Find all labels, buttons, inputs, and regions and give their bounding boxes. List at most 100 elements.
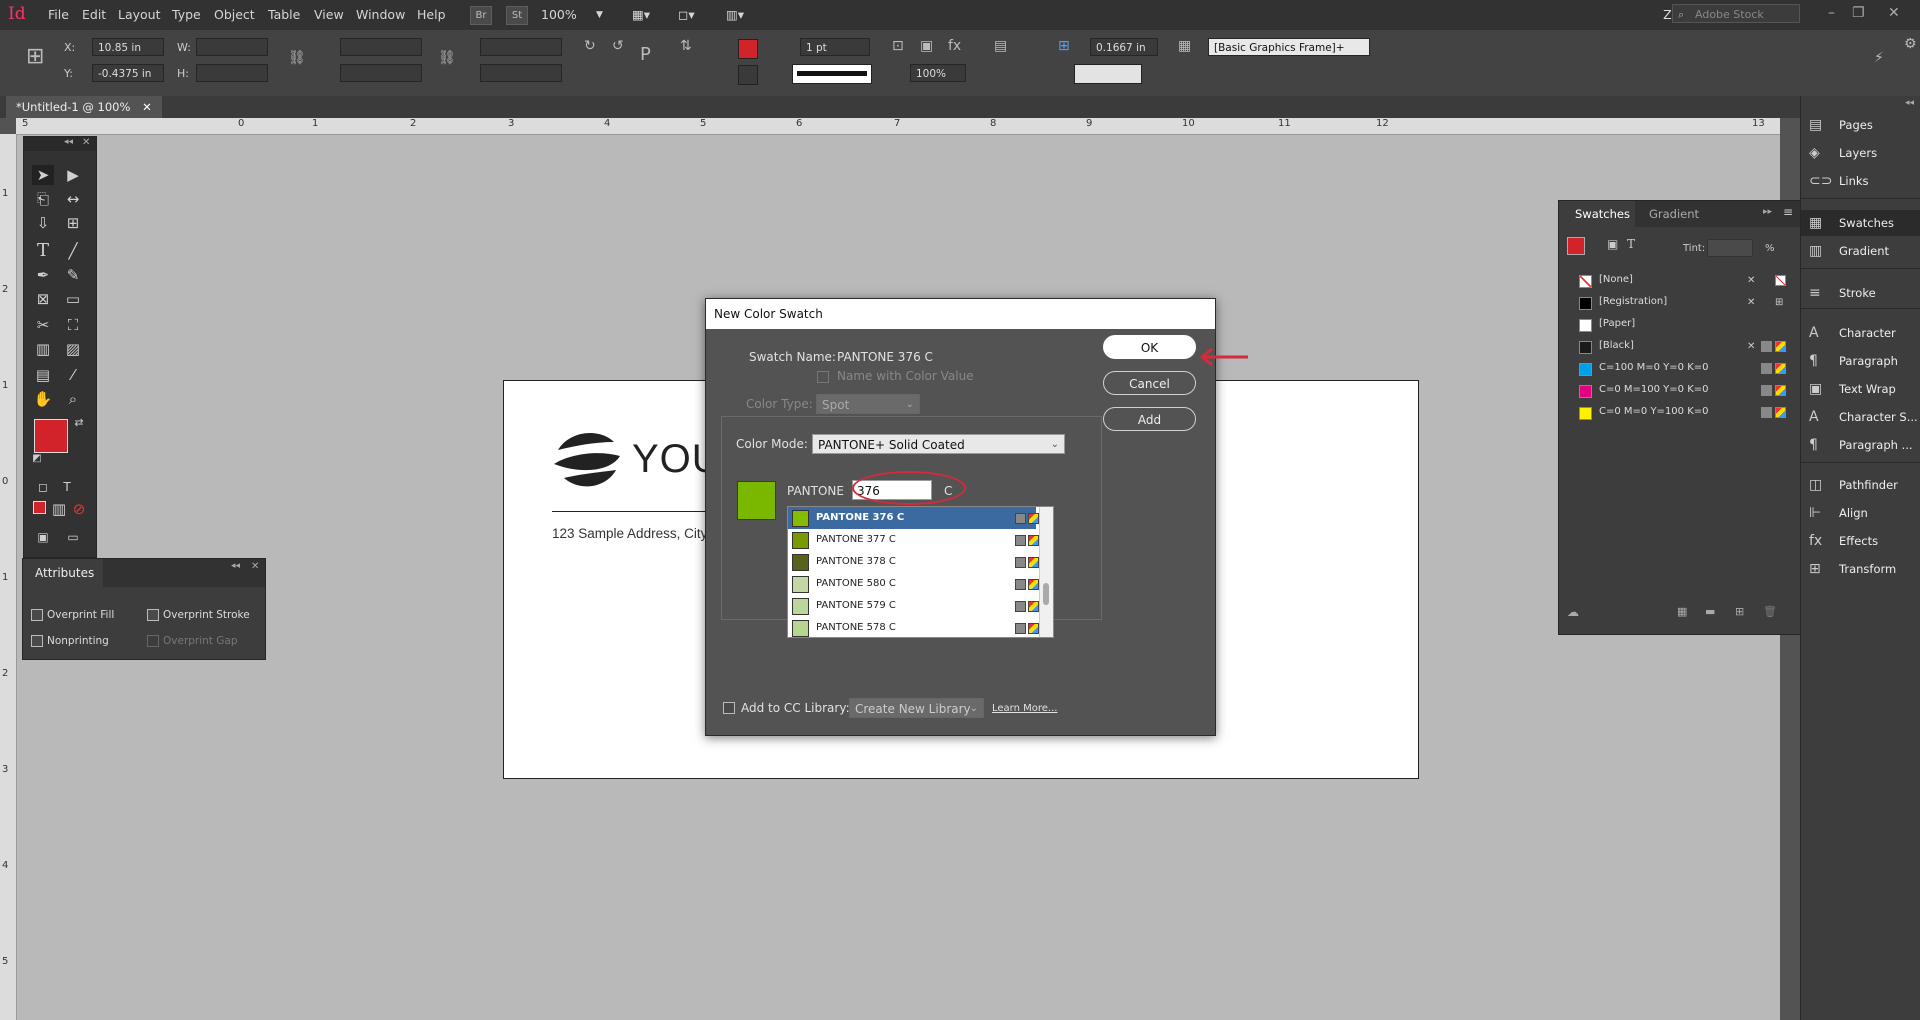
- zoom-tool-icon[interactable]: ⌕: [62, 389, 84, 409]
- tab-swatches[interactable]: Swatches: [1559, 201, 1635, 227]
- list-item[interactable]: PANTONE 378 C: [788, 551, 1039, 573]
- dock-item-effects[interactable]: fx Effects: [1801, 528, 1920, 554]
- formatting-text-icon[interactable]: T: [56, 477, 78, 497]
- ok-button[interactable]: OK: [1103, 335, 1196, 359]
- stock-button[interactable]: St: [506, 6, 528, 25]
- formatting-text-icon[interactable]: T: [1627, 237, 1635, 251]
- opacity-field[interactable]: 100%: [910, 64, 966, 82]
- dock-item-layers[interactable]: ◈ Layers: [1801, 140, 1920, 166]
- pantone-swatch-list[interactable]: PANTONE 376 C PANTONE 377 C PANTONE 378 …: [787, 506, 1054, 638]
- new-swatch-icon[interactable]: ⊞: [1735, 605, 1744, 618]
- close-icon[interactable]: ✕: [142, 100, 152, 114]
- reference-point-icon[interactable]: ⊞: [26, 44, 44, 69]
- content-collector-icon[interactable]: ⇩: [32, 213, 54, 233]
- x-field[interactable]: 10.85 in: [92, 38, 164, 56]
- list-scrollbar[interactable]: [1039, 507, 1053, 637]
- menu-table[interactable]: Table: [268, 7, 300, 22]
- address-text[interactable]: 123 Sample Address, City: [552, 526, 707, 541]
- direct-selection-tool-icon[interactable]: ▶: [62, 165, 84, 185]
- list-item[interactable]: PANTONE 377 C: [788, 529, 1039, 551]
- screen-mode-icon[interactable]: ◻▾: [678, 7, 695, 22]
- overprint-fill-checkbox[interactable]: [31, 609, 43, 621]
- tab-untitled-1[interactable]: *Untitled-1 @ 100% ✕: [6, 96, 162, 118]
- stroke-offset-field[interactable]: 0.1667 in: [1090, 38, 1158, 56]
- hand-tool-icon[interactable]: ✋: [32, 389, 54, 409]
- list-item[interactable]: PANTONE 578 C: [788, 617, 1039, 637]
- w-field[interactable]: [196, 38, 268, 56]
- h-field[interactable]: [196, 64, 268, 82]
- tools-panel-header[interactable]: ◂◂ ✕: [24, 137, 96, 151]
- panel-menu-icon[interactable]: ≡: [1783, 205, 1793, 219]
- fit-frame-icon[interactable]: ▣: [920, 38, 933, 54]
- scrollbar-thumb[interactable]: [1043, 583, 1049, 605]
- stroke-swatch[interactable]: [738, 65, 758, 85]
- apply-color-icon[interactable]: [28, 499, 50, 519]
- list-item[interactable]: PANTONE 579 C: [788, 595, 1039, 617]
- close-icon[interactable]: ✕: [1888, 5, 1900, 21]
- lightning-icon[interactable]: ⚡: [1874, 50, 1884, 66]
- collapse-icon[interactable]: ◂◂: [64, 137, 73, 147]
- page-tool-icon[interactable]: ⎗: [32, 189, 54, 209]
- swatch-row-paper[interactable]: [Paper]: [1559, 313, 1783, 335]
- rectangle-frame-tool-icon[interactable]: ⊠: [32, 289, 54, 309]
- rotation-field[interactable]: [480, 38, 562, 56]
- rectangle-tool-icon[interactable]: ▭: [62, 289, 84, 309]
- gap-tool-icon[interactable]: ↔: [62, 189, 84, 209]
- swatch-row-registration[interactable]: [Registration] ✕ ⊞: [1559, 291, 1783, 313]
- show-swatches-icon[interactable]: ▦: [1677, 605, 1687, 618]
- fill-swatch[interactable]: [738, 39, 758, 59]
- dock-item-links[interactable]: ⊂⊃ Links: [1801, 168, 1920, 194]
- apply-gradient-icon[interactable]: ▥: [48, 499, 70, 519]
- arrange-documents-icon[interactable]: ▥▾: [726, 7, 744, 22]
- swatch-row-cyan[interactable]: C=100 M=0 Y=0 K=0: [1559, 357, 1786, 379]
- collapse-icon[interactable]: ◂◂: [1905, 98, 1914, 108]
- dock-item-character-styles[interactable]: A Character S...: [1801, 404, 1920, 430]
- dock-item-pages[interactable]: ▤ Pages: [1801, 112, 1920, 138]
- fill-color-swatch[interactable]: [34, 419, 68, 453]
- formatting-container-icon[interactable]: ▣: [1607, 237, 1618, 251]
- free-transform-tool-icon[interactable]: ⛶: [62, 315, 84, 335]
- dock-item-gradient[interactable]: ▥ Gradient: [1801, 238, 1920, 264]
- menu-window[interactable]: Window: [356, 7, 405, 22]
- dock-item-character[interactable]: A Character: [1801, 320, 1920, 346]
- logo-mark-icon[interactable]: [550, 428, 622, 500]
- adobe-stock-search[interactable]: ⌕ Adobe Stock: [1672, 4, 1800, 23]
- dock-item-align[interactable]: ⊩ Align: [1801, 500, 1920, 526]
- close-icon[interactable]: ✕: [82, 137, 90, 148]
- swatch-row-none[interactable]: [None] ✕: [1559, 269, 1786, 291]
- stroke-type-select[interactable]: [792, 64, 872, 84]
- menu-help[interactable]: Help: [417, 7, 446, 22]
- normal-view-icon[interactable]: ▣: [32, 527, 54, 547]
- add-button[interactable]: Add: [1103, 407, 1196, 431]
- dock-item-transform[interactable]: ⊞ Transform: [1801, 556, 1920, 582]
- fill-swatch-indicator[interactable]: [1567, 237, 1585, 255]
- collapse-icon[interactable]: ▸▸: [1763, 207, 1772, 217]
- pen-tool-icon[interactable]: ✒: [32, 265, 54, 285]
- minimize-icon[interactable]: –: [1828, 5, 1835, 21]
- selection-tool-icon[interactable]: ➤: [32, 165, 54, 185]
- rotate-ccw-icon[interactable]: ↺: [612, 38, 624, 54]
- learn-more-link[interactable]: Learn More...: [992, 703, 1057, 714]
- dock-item-stroke[interactable]: ≡ Stroke: [1801, 280, 1920, 306]
- content-placer-icon[interactable]: ⊞: [62, 213, 84, 233]
- flip-icon[interactable]: ⇅: [680, 38, 692, 54]
- dock-item-swatches[interactable]: ▦ Swatches: [1801, 210, 1920, 236]
- dock-item-pathfinder[interactable]: ◫ Pathfinder: [1801, 472, 1920, 498]
- default-fill-stroke-icon[interactable]: ◩: [26, 449, 48, 469]
- menu-type[interactable]: Type: [172, 7, 201, 22]
- list-item[interactable]: PANTONE 580 C: [788, 573, 1039, 595]
- tint-field[interactable]: [1707, 239, 1753, 257]
- apply-none-icon[interactable]: ⊘: [68, 499, 90, 519]
- stroke-weight-field[interactable]: 1 pt: [800, 38, 870, 56]
- constrain-proportions-icon[interactable]: ⛓: [288, 50, 306, 66]
- auto-fit-icon[interactable]: ⊞: [1058, 38, 1070, 54]
- formatting-container-icon[interactable]: ◻: [32, 477, 54, 497]
- type-tool-icon[interactable]: T: [32, 241, 54, 261]
- nonprinting-checkbox[interactable]: [31, 635, 43, 647]
- object-style-select[interactable]: [Basic Graphics Frame]+: [1208, 38, 1370, 56]
- close-icon[interactable]: ✕: [251, 561, 259, 572]
- cancel-button[interactable]: Cancel: [1103, 371, 1196, 395]
- menu-view[interactable]: View: [314, 7, 344, 22]
- swatch-row-black[interactable]: [Black] ✕: [1559, 335, 1786, 357]
- y-field[interactable]: -0.4375 in: [92, 64, 164, 82]
